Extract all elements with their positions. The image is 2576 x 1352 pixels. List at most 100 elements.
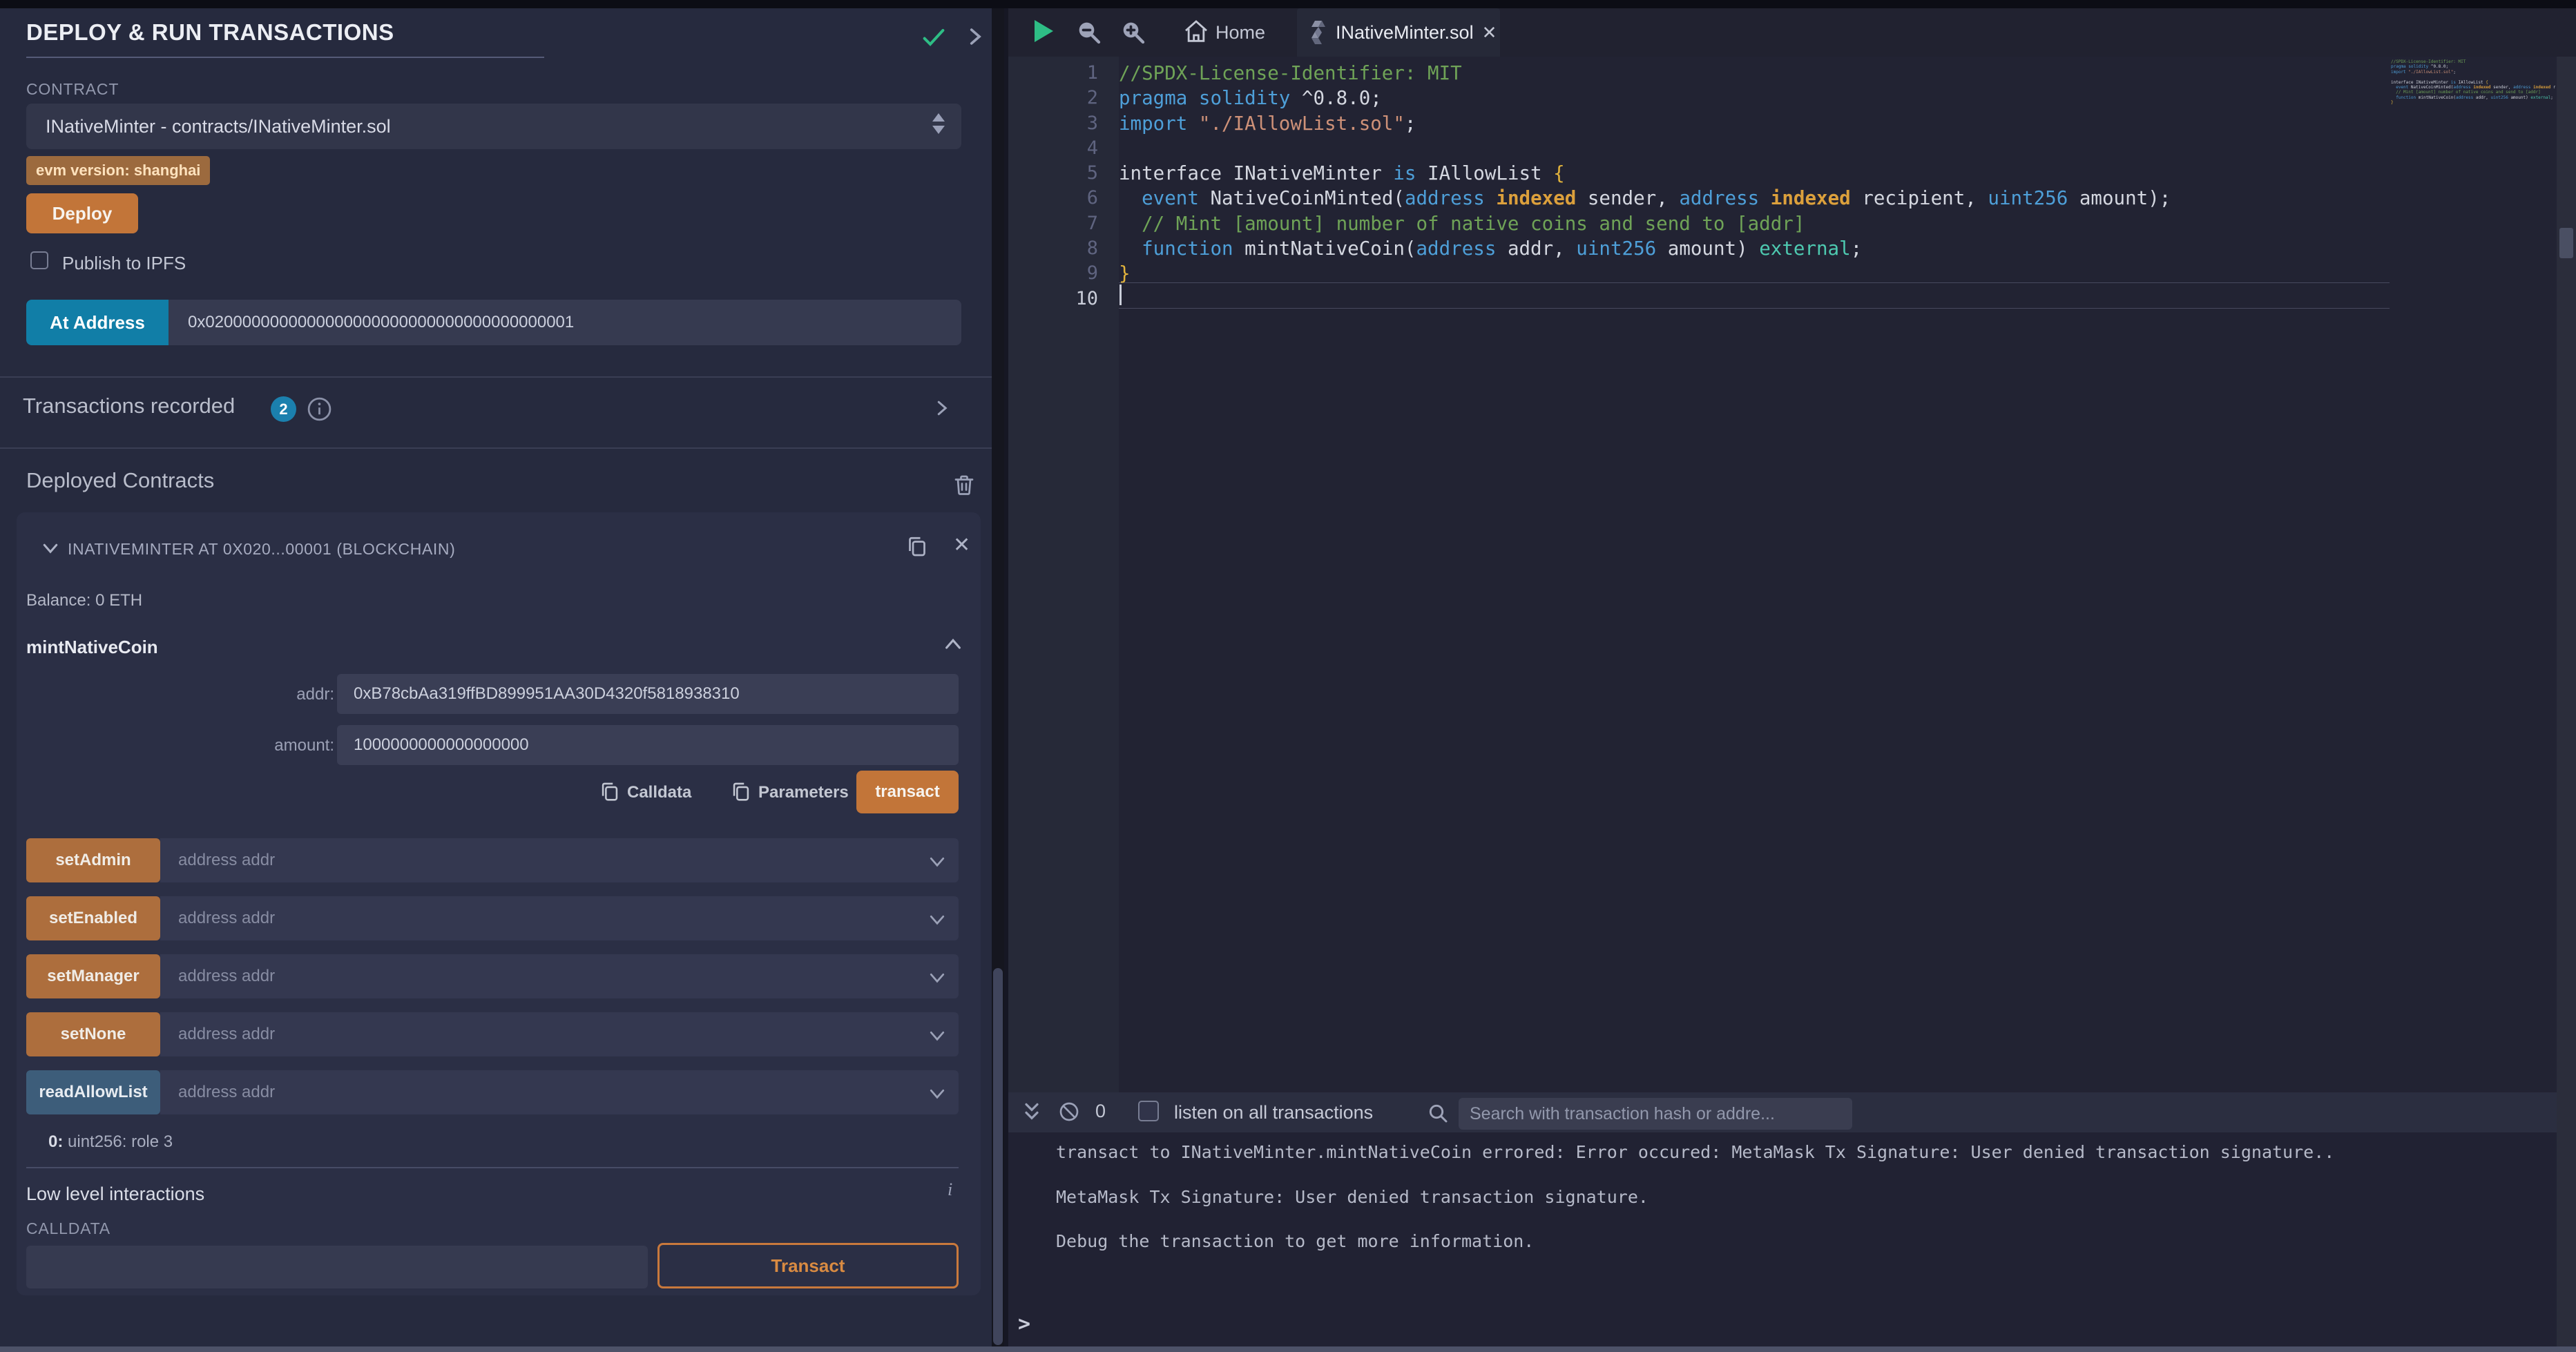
addr-field-input[interactable]: 0xB78cbAa319ffBD899951AA30D4320f58189383… xyxy=(337,674,959,714)
setNone-input[interactable]: address addr xyxy=(160,1012,959,1056)
line-numbers: 12345678910 xyxy=(1008,61,1098,311)
line-number: 2 xyxy=(1008,86,1098,110)
code-line: //SPDX-License-Identifier: MIT xyxy=(1119,61,2171,86)
code-line: } xyxy=(2391,100,2555,105)
low-level-transact-button[interactable]: Transact xyxy=(657,1243,959,1288)
function-row: setEnabled address addr xyxy=(17,896,981,940)
title-underline xyxy=(26,57,544,58)
text-cursor xyxy=(1119,284,1122,305)
code-line: function mintNativeCoin(address addr, ui… xyxy=(2391,95,2555,100)
zoom-in-icon[interactable] xyxy=(1119,18,1146,46)
readAllowList-input[interactable]: address addr xyxy=(160,1070,959,1114)
expand-transactions-icon[interactable] xyxy=(931,398,952,418)
code-line xyxy=(1119,287,2171,311)
close-instance-icon[interactable]: ✕ xyxy=(953,533,970,557)
low-level-info-icon[interactable]: i xyxy=(948,1179,952,1200)
pending-tx-count: 0 xyxy=(1095,1101,1106,1122)
instance-balance: Balance: 0 ETH xyxy=(26,591,142,610)
line-number: 7 xyxy=(1008,211,1098,236)
deploy-button[interactable]: Deploy xyxy=(26,193,138,233)
line-number: 5 xyxy=(1008,161,1098,186)
setAdmin-input[interactable]: address addr xyxy=(160,838,959,882)
run-script-play-icon[interactable] xyxy=(1035,20,1053,42)
select-stepper-icon[interactable] xyxy=(932,113,945,134)
listen-all-label: listen on all transactions xyxy=(1174,1102,1373,1123)
setManager-button[interactable]: setManager xyxy=(26,954,160,998)
trash-icon[interactable] xyxy=(952,472,977,497)
function-row: setAdmin address addr xyxy=(17,838,981,882)
low-level-title: Low level interactions xyxy=(26,1184,204,1205)
code-line: //SPDX-License-Identifier: MIT xyxy=(2391,59,2555,64)
setNone-button[interactable]: setNone xyxy=(26,1012,160,1056)
calldata-copy-label[interactable]: Calldata xyxy=(627,783,691,802)
zoom-out-icon[interactable] xyxy=(1075,18,1102,46)
copy-address-icon[interactable] xyxy=(905,534,930,559)
panel-scrollbar[interactable] xyxy=(993,968,1003,1345)
collapse-terminal-icon[interactable] xyxy=(1021,1101,1043,1123)
listen-all-checkbox[interactable] xyxy=(1138,1101,1159,1121)
code-content[interactable]: //SPDX-License-Identifier: MITpragma sol… xyxy=(1119,61,2171,311)
code-line: } xyxy=(1119,261,2171,286)
section-divider xyxy=(0,376,992,378)
at-address-input[interactable]: 0x02000000000000000000000000000000000000… xyxy=(169,300,961,345)
search-icon xyxy=(1427,1102,1449,1124)
amount-field-input[interactable]: 1000000000000000000 xyxy=(337,725,959,765)
setEnabled-button[interactable]: setEnabled xyxy=(26,896,160,940)
at-address-button[interactable]: At Address xyxy=(26,300,169,345)
collapse-function-chevron-icon[interactable] xyxy=(942,634,964,656)
contract-select[interactable]: INativeMinter - contracts/INativeMinter.… xyxy=(26,104,961,149)
deployed-contracts-title: Deployed Contracts xyxy=(26,468,214,493)
tab-close-icon[interactable]: ✕ xyxy=(1482,22,1497,44)
call-result-index: 0: xyxy=(48,1132,63,1151)
code-line: // Mint [amount] number of native coins … xyxy=(2391,90,2555,95)
parameters-copy-label[interactable]: Parameters xyxy=(758,783,849,802)
expand-setEnabled-icon[interactable] xyxy=(927,909,948,929)
publish-ipfs-checkbox[interactable] xyxy=(30,251,48,269)
code-line: // Mint [amount] number of native coins … xyxy=(1119,211,2171,236)
code-line: pragma solidity ^0.8.0; xyxy=(2391,64,2555,69)
tab-home[interactable]: Home xyxy=(1215,22,1265,44)
terminal-prompt[interactable]: > xyxy=(1018,1312,1030,1336)
function-row: readAllowList address addr xyxy=(17,1070,981,1114)
editor-minimap[interactable]: //SPDX-License-Identifier: MITpragma sol… xyxy=(2391,59,2555,1090)
copy-parameters-icon[interactable] xyxy=(729,780,753,804)
expand-readAllowList-icon[interactable] xyxy=(927,1083,948,1103)
expand-setManager-icon[interactable] xyxy=(927,967,948,987)
section-divider xyxy=(0,447,992,449)
calldata-input[interactable] xyxy=(26,1246,648,1288)
terminal-search-input[interactable] xyxy=(1459,1098,1852,1130)
evm-version-badge: evm version: shanghai xyxy=(26,156,210,185)
setEnabled-input[interactable]: address addr xyxy=(160,896,959,940)
setManager-input[interactable]: address addr xyxy=(160,954,959,998)
contract-select-value: INativeMinter - contracts/INativeMinter.… xyxy=(46,116,391,137)
tab-inativeminter[interactable]: INativeMinter.sol ✕ xyxy=(1297,8,1500,57)
expand-setNone-icon[interactable] xyxy=(927,1025,948,1045)
readAllowList-button[interactable]: readAllowList xyxy=(26,1070,160,1114)
code-line: import "./IAllowList.sol"; xyxy=(1119,111,2171,136)
copy-calldata-icon[interactable] xyxy=(598,780,622,804)
code-line xyxy=(1119,136,2171,161)
expand-setAdmin-icon[interactable] xyxy=(927,851,948,871)
expanded-function-name: mintNativeCoin xyxy=(26,637,158,658)
clear-console-icon[interactable] xyxy=(1058,1101,1080,1123)
compile-success-check-icon xyxy=(919,23,949,51)
low-level-divider xyxy=(26,1167,959,1168)
line-number: 9 xyxy=(1008,261,1098,286)
transact-button[interactable]: transact xyxy=(856,771,959,813)
setAdmin-button[interactable]: setAdmin xyxy=(26,838,160,882)
terminal-log-line: transact to INativeMinter.mintNativeCoin… xyxy=(1056,1142,2334,1162)
line-number: 8 xyxy=(1008,236,1098,261)
panel-pin-arrow-icon[interactable] xyxy=(963,25,986,48)
code-line xyxy=(2391,75,2555,79)
code-line xyxy=(2391,106,2555,110)
code-line: event NativeCoinMinted(address indexed s… xyxy=(1119,186,2171,211)
home-icon[interactable] xyxy=(1182,18,1210,46)
window-top-strip xyxy=(0,0,2576,8)
collapse-instance-chevron-icon[interactable] xyxy=(40,537,61,558)
transactions-recorded-label: Transactions recorded xyxy=(23,394,235,418)
editor-scrollbar-thumb[interactable] xyxy=(2559,228,2573,258)
line-number: 3 xyxy=(1008,111,1098,136)
instance-title: INATIVEMINTER AT 0X020...00001 (BLOCKCHA… xyxy=(68,540,455,559)
panel-title: DEPLOY & RUN TRANSACTIONS xyxy=(26,19,394,46)
info-icon[interactable] xyxy=(307,396,332,422)
